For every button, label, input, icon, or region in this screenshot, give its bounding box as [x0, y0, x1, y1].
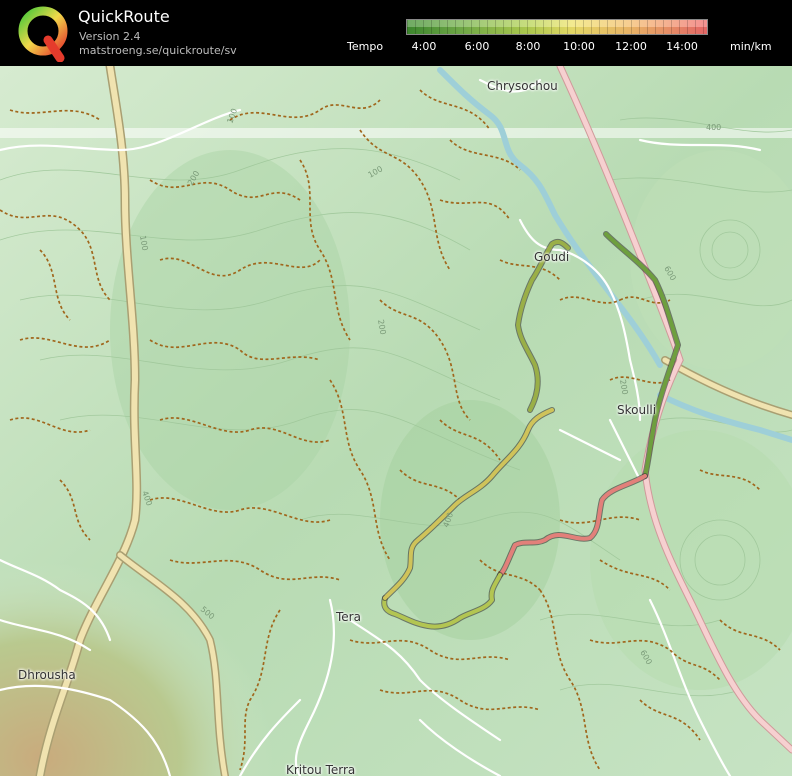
pace-color-scale [406, 19, 708, 35]
app-title: QuickRoute [78, 7, 170, 26]
place-label: Tera [336, 610, 361, 624]
terrain-layer [0, 66, 792, 776]
map-canvas: 100 200 100 100 200 200 400 400 500 600 … [0, 66, 792, 776]
legend-tick: 8:00 [515, 40, 541, 53]
place-label: Kritou Terra [286, 763, 356, 776]
legend-tick: 10:00 [563, 40, 595, 53]
app-header: QuickRoute Version 2.4 matstroeng.se/qui… [0, 0, 792, 66]
app-version: Version 2.4 [79, 30, 141, 43]
legend-unit: min/km [730, 40, 772, 53]
legend-caption: Tempo [347, 40, 384, 53]
app-url: matstroeng.se/quickroute/sv [79, 44, 237, 57]
map-view[interactable]: 100 200 100 100 200 200 400 400 500 600 … [0, 66, 792, 776]
place-label: Chrysochou [487, 79, 558, 93]
legend-tick: 14:00 [666, 40, 698, 53]
contour-label: 400 [706, 123, 721, 132]
place-label: Goudi [534, 250, 570, 264]
place-label: Dhrousha [18, 668, 76, 682]
place-label: Skoulli [617, 403, 657, 417]
quickroute-logo-icon [18, 6, 68, 62]
legend-tick: 12:00 [615, 40, 647, 53]
legend-tick: 6:00 [464, 40, 490, 53]
legend-tick: 4:00 [411, 40, 437, 53]
